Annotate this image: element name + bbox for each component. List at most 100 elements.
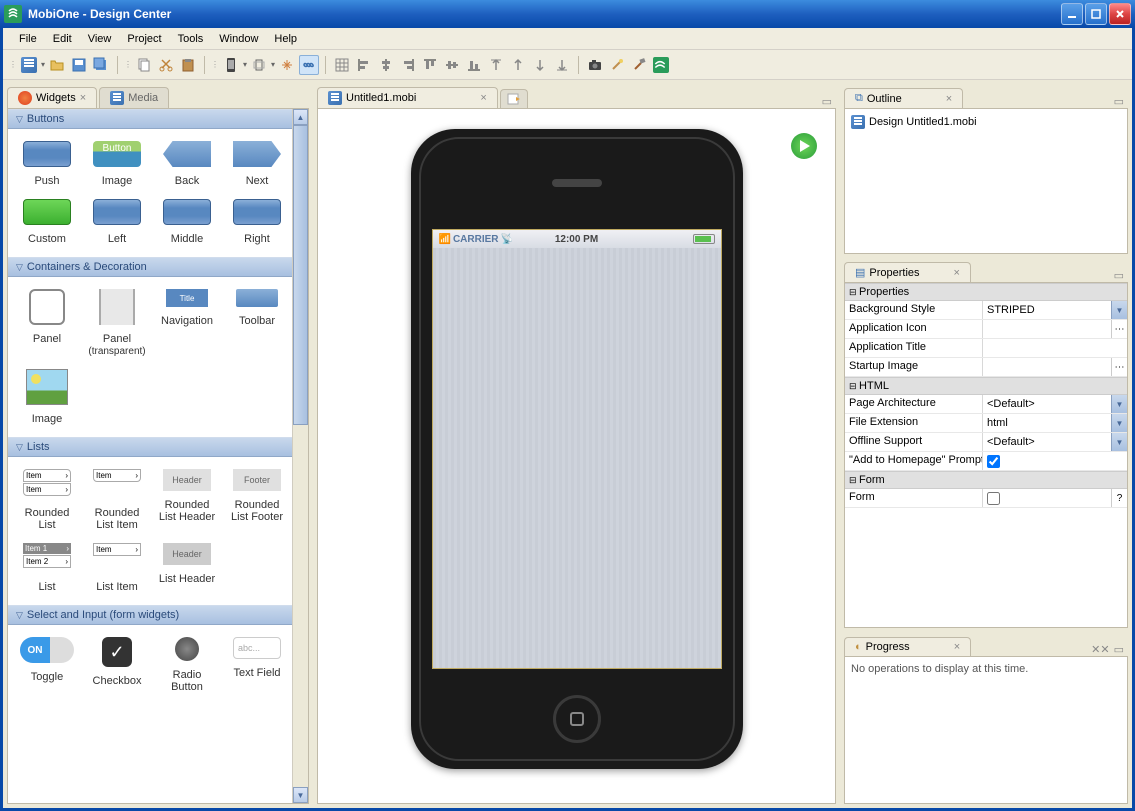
tab-close-icon[interactable]: × xyxy=(480,92,486,104)
cut-icon[interactable] xyxy=(156,55,176,75)
minimize-panel-icon[interactable]: ▭ xyxy=(1114,95,1124,108)
maximize-panel-icon[interactable]: ▭ xyxy=(822,95,832,108)
menu-file[interactable]: File xyxy=(11,31,45,47)
open-folder-icon[interactable] xyxy=(47,55,67,75)
widget-radio[interactable]: Radio Button xyxy=(152,633,222,697)
run-button[interactable] xyxy=(791,133,817,159)
widget-list[interactable]: Item 1›Item 2›List xyxy=(12,539,82,597)
prop-app-icon-input[interactable] xyxy=(985,322,1125,336)
tab-widgets[interactable]: Widgets × xyxy=(7,87,97,108)
widget-image[interactable]: Image xyxy=(12,365,82,429)
section-lists[interactable]: Lists xyxy=(8,437,308,457)
grid-icon[interactable] xyxy=(332,55,352,75)
rotate-icon[interactable] xyxy=(249,55,269,75)
widget-toolbar[interactable]: Toolbar xyxy=(222,285,292,361)
widget-panel-transparent[interactable]: Panel(transparent) xyxy=(82,285,152,361)
props-section-form[interactable]: Form xyxy=(845,471,1127,489)
widget-image-button[interactable]: ButtonImage xyxy=(82,137,152,191)
bring-forward-icon[interactable] xyxy=(508,55,528,75)
align-center-h-icon[interactable] xyxy=(376,55,396,75)
minimize-panel-icon[interactable]: ▭ xyxy=(1114,269,1124,282)
save-icon[interactable] xyxy=(69,55,89,75)
menu-help[interactable]: Help xyxy=(266,31,305,47)
widget-next[interactable]: Next xyxy=(222,137,292,191)
tab-properties[interactable]: ▤ Properties × xyxy=(844,262,971,282)
menu-window[interactable]: Window xyxy=(211,31,266,47)
prop-startup-input[interactable] xyxy=(985,360,1125,374)
widget-back[interactable]: Back xyxy=(152,137,222,191)
dropdown-icon[interactable]: ▼ xyxy=(1111,414,1127,432)
hammer-icon[interactable] xyxy=(629,55,649,75)
menu-tools[interactable]: Tools xyxy=(170,31,212,47)
widget-rounded-list-item[interactable]: Item›Rounded List Item xyxy=(82,465,152,535)
align-middle-v-icon[interactable] xyxy=(442,55,462,75)
menu-edit[interactable]: Edit xyxy=(45,31,80,47)
save-all-icon[interactable] xyxy=(91,55,111,75)
browse-icon[interactable]: ⋯ xyxy=(1111,320,1127,338)
align-bottom-icon[interactable] xyxy=(464,55,484,75)
help-icon[interactable]: ? xyxy=(1111,489,1127,507)
tab-media[interactable]: Media xyxy=(99,87,169,108)
widget-list-item[interactable]: Item›List Item xyxy=(82,539,152,597)
widget-panel[interactable]: Panel xyxy=(12,285,82,361)
tab-outline[interactable]: ⧉ Outline × xyxy=(844,88,963,108)
outline-tree[interactable]: Design Untitled1.mobi xyxy=(844,108,1128,254)
prop-form-checkbox[interactable] xyxy=(987,492,1000,505)
minimize-panel-icon[interactable]: ▭ xyxy=(1114,643,1124,656)
section-containers[interactable]: Containers & Decoration xyxy=(8,257,308,277)
tab-close-icon[interactable]: × xyxy=(954,267,960,279)
tools-icon[interactable]: ✕✕ xyxy=(1091,643,1109,656)
tab-close-icon[interactable]: × xyxy=(80,92,86,104)
minimize-button[interactable] xyxy=(1061,3,1083,25)
widget-push[interactable]: Push xyxy=(12,137,82,191)
dropdown-icon[interactable]: ▼ xyxy=(1111,301,1127,319)
widgets-scrollbar[interactable]: ▲ ▼ xyxy=(292,109,308,803)
prop-file-ext-input[interactable] xyxy=(985,416,1125,430)
props-section-properties[interactable]: Properties xyxy=(845,283,1127,301)
widget-textfield[interactable]: abc...Text Field xyxy=(222,633,292,697)
wifi-icon[interactable] xyxy=(651,55,671,75)
camera-icon[interactable] xyxy=(585,55,605,75)
widget-rounded-list[interactable]: Item›Item›Rounded List xyxy=(12,465,82,535)
tab-untitled[interactable]: Untitled1.mobi × xyxy=(317,87,498,108)
new-tab-button[interactable] xyxy=(500,89,528,108)
widget-rounded-list-footer[interactable]: FooterRounded List Footer xyxy=(222,465,292,535)
widget-navigation[interactable]: TitleNavigation xyxy=(152,285,222,361)
send-back-icon[interactable] xyxy=(552,55,572,75)
dropdown-icon[interactable]: ▼ xyxy=(1111,395,1127,413)
align-right-icon[interactable] xyxy=(398,55,418,75)
prop-bg-style-input[interactable] xyxy=(985,303,1125,317)
prop-homepage-checkbox[interactable] xyxy=(987,455,1000,468)
prop-app-title-input[interactable] xyxy=(985,341,1125,355)
widget-custom[interactable]: Custom xyxy=(12,195,82,249)
infinity-icon[interactable] xyxy=(299,55,319,75)
widget-left[interactable]: Left xyxy=(82,195,152,249)
browse-icon[interactable]: ⋯ xyxy=(1111,358,1127,376)
wand-icon[interactable] xyxy=(607,55,627,75)
copy-icon[interactable] xyxy=(134,55,154,75)
tab-close-icon[interactable]: × xyxy=(954,641,960,653)
outline-root-item[interactable]: Design Untitled1.mobi xyxy=(849,113,1123,131)
maximize-button[interactable] xyxy=(1085,3,1107,25)
design-canvas[interactable]: 📶 CARRIER 📡 12:00 PM xyxy=(317,108,836,804)
align-top-icon[interactable] xyxy=(420,55,440,75)
prop-offline-input[interactable] xyxy=(985,435,1125,449)
prop-page-arch-input[interactable] xyxy=(985,397,1125,411)
menu-project[interactable]: Project xyxy=(119,31,169,47)
widget-rounded-list-header[interactable]: HeaderRounded List Header xyxy=(152,465,222,535)
device-icon[interactable] xyxy=(221,55,241,75)
widget-list-header[interactable]: HeaderList Header xyxy=(152,539,222,597)
tab-progress[interactable]: ◐ Progress × xyxy=(844,637,971,656)
menu-view[interactable]: View xyxy=(80,31,120,47)
phone-screen[interactable]: 📶 CARRIER 📡 12:00 PM xyxy=(432,229,722,669)
align-left-icon[interactable] xyxy=(354,55,374,75)
widget-right[interactable]: Right xyxy=(222,195,292,249)
widget-checkbox[interactable]: ✓Checkbox xyxy=(82,633,152,697)
new-file-icon[interactable] xyxy=(19,55,39,75)
snap-icon[interactable] xyxy=(277,55,297,75)
section-select-input[interactable]: Select and Input (form widgets) xyxy=(8,605,308,625)
widget-toggle[interactable]: ONToggle xyxy=(12,633,82,697)
tab-close-icon[interactable]: × xyxy=(946,93,952,105)
section-buttons[interactable]: Buttons xyxy=(8,109,308,129)
paste-icon[interactable] xyxy=(178,55,198,75)
